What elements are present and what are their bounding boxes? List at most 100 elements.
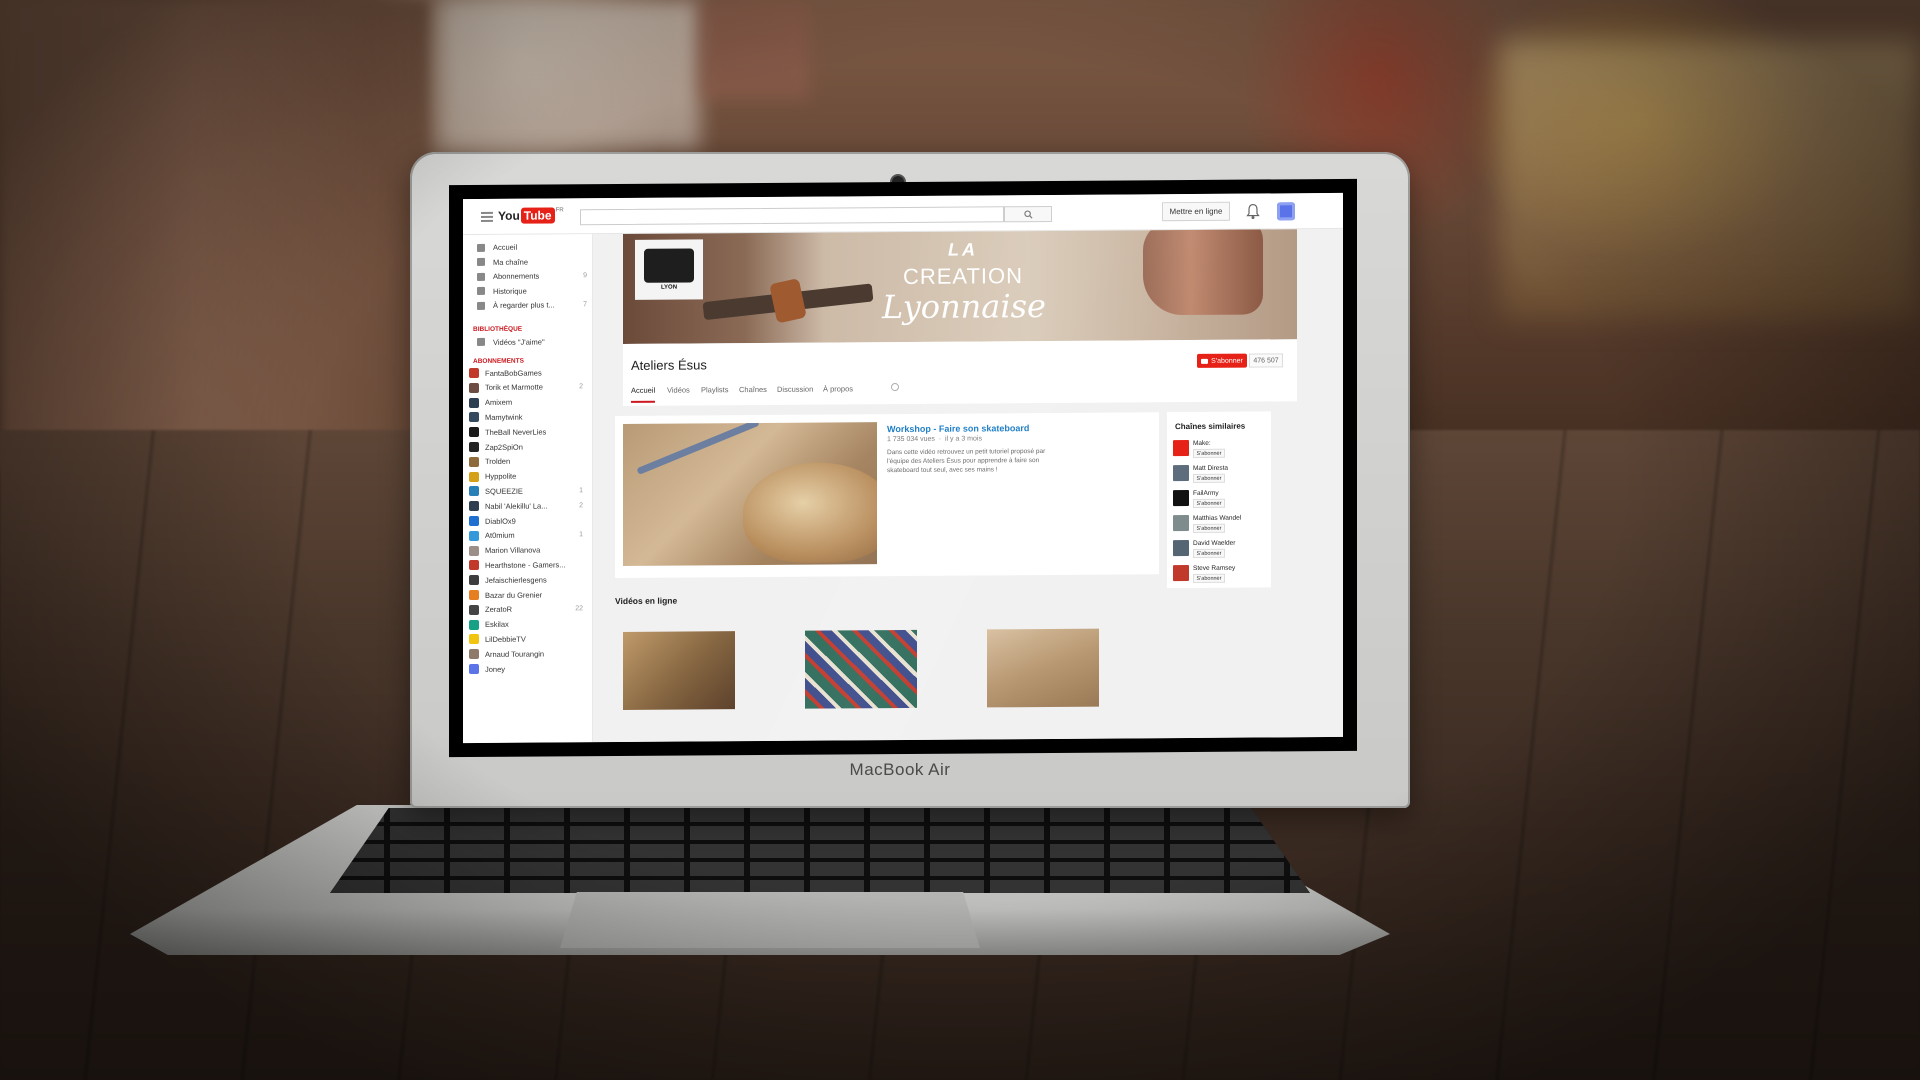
subscription-item[interactable]: Trolden: [469, 456, 583, 467]
search-button[interactable]: [1004, 205, 1052, 223]
subscription-item[interactable]: Marion Villanova: [469, 545, 583, 556]
related-subscribe-button[interactable]: S'abonner: [1193, 498, 1225, 508]
related-subscribe-button[interactable]: S'abonner: [1193, 473, 1225, 483]
video-thumbnail[interactable]: [623, 631, 735, 710]
tab-accueil[interactable]: Accueil: [631, 385, 656, 403]
subscription-count: 1: [579, 487, 583, 495]
subscription-label: FantaBobGames: [485, 368, 542, 378]
subscription-item[interactable]: Hyppolite: [469, 471, 583, 482]
channel-logo-text: LYON: [660, 284, 678, 291]
subscription-label: Amixem: [485, 397, 513, 408]
related-channel-name-text: Matthias Wandel: [1193, 514, 1242, 522]
channel-avatar: [469, 545, 479, 556]
subscription-item[interactable]: FantaBobGames: [469, 367, 583, 379]
subscription-item[interactable]: Arnaud Tourangin: [469, 648, 583, 660]
tab-chaines[interactable]: Chaînes: [739, 385, 767, 394]
subscription-label: DiablOx9: [485, 516, 516, 526]
channel-search-icon[interactable]: [891, 383, 899, 392]
subscription-item[interactable]: Torik et Marmotte 2: [469, 382, 583, 393]
tab-videos[interactable]: Vidéos: [667, 385, 690, 394]
background-door: [440, 0, 700, 150]
subscription-item[interactable]: ZeratoR 22: [469, 604, 583, 615]
sidebar-item[interactable]: Abonnements 9: [477, 271, 587, 281]
related-subscribe-button[interactable]: S'abonner: [1193, 573, 1225, 583]
search-icon: [1023, 209, 1033, 219]
subscription-item[interactable]: Nabil 'Alekillu' La... 2: [469, 500, 583, 512]
subscription-item[interactable]: Joney: [469, 663, 583, 675]
video-thumbnail[interactable]: [987, 628, 1099, 708]
banner-hand: [1143, 229, 1263, 316]
sidebar-item-label: Historique: [493, 286, 527, 296]
upload-button[interactable]: Mettre en ligne: [1162, 201, 1230, 222]
related-channel-name[interactable]: Matthias Wandel: [1193, 515, 1241, 522]
search-input[interactable]: [580, 206, 1004, 226]
subscription-item[interactable]: Jefaischierlesgens: [469, 574, 583, 586]
subscription-label: Eskilax: [485, 619, 509, 630]
related-subscribe-button[interactable]: S'abonner: [1193, 448, 1225, 458]
channel-avatar: [469, 441, 479, 453]
subscription-label: Torik et Marmotte: [485, 382, 543, 393]
subscriptions-icon: [477, 272, 485, 281]
related-channel-name[interactable]: Make:: [1193, 440, 1211, 447]
logo-tube: Tube: [520, 207, 555, 224]
subscription-label: Mamytwink: [485, 412, 523, 422]
channel-avatar: [469, 663, 479, 675]
related-title: Chaînes similaires: [1175, 421, 1246, 432]
featured-description: Dans cette vidéo retrouvez un petit tuto…: [887, 448, 1046, 475]
tab-discussion[interactable]: Discussion: [777, 385, 813, 394]
youtube-logo[interactable]: You Tube FR: [498, 207, 564, 224]
thumbnail-chisel: [636, 422, 760, 475]
featured-thumbnail[interactable]: [623, 422, 877, 566]
subscription-item[interactable]: Eskilax: [469, 619, 583, 630]
related-channel-name[interactable]: FailArmy: [1193, 490, 1219, 497]
like-icon: [477, 337, 485, 346]
subscription-item[interactable]: DiablOx9: [469, 515, 583, 527]
sidebar-section-heading: BIBLIOTHÈQUE: [473, 325, 523, 333]
subscription-label: SQUEEZIE: [485, 486, 523, 496]
related-channel-name[interactable]: David Waelder: [1193, 540, 1235, 547]
related-channel-name[interactable]: Steve Ramsey: [1193, 565, 1235, 572]
subscription-item[interactable]: Hearthstone - Gamers...: [469, 560, 583, 571]
subscription-item[interactable]: At0mium 1: [469, 530, 583, 541]
subscription-item[interactable]: Amixem: [469, 397, 583, 408]
thumbnail-skateboard: [743, 462, 877, 564]
tab-a-propos[interactable]: À propos: [823, 384, 853, 393]
related-subscribe-button[interactable]: S'abonner: [1193, 523, 1225, 533]
subscription-label: Bazar du Grenier: [485, 590, 543, 600]
channel-title[interactable]: Ateliers Ésus: [631, 357, 707, 373]
sidebar-item[interactable]: Ma chaîne: [477, 257, 587, 267]
account-avatar[interactable]: [1277, 202, 1295, 221]
channel-avatar: [469, 471, 479, 482]
video-thumbnail[interactable]: [805, 629, 917, 709]
sidebar-item[interactable]: Accueil: [477, 242, 587, 252]
subscription-item[interactable]: LilDebbieTV: [469, 634, 583, 645]
related-channel: Steve Ramsey S'abonner: [1173, 564, 1269, 587]
channel-avatar: [469, 604, 479, 615]
subscription-item[interactable]: Zap2SpiOn: [469, 441, 583, 453]
related-channel-avatar[interactable]: [1173, 565, 1189, 582]
related-channel-avatar[interactable]: [1173, 465, 1189, 482]
subscription-item[interactable]: SQUEEZIE 1: [469, 486, 583, 497]
sidebar-item[interactable]: Vidéos "J'aime": [477, 337, 587, 347]
related-channel-avatar[interactable]: [1173, 440, 1189, 457]
bell-icon[interactable]: [1246, 203, 1260, 220]
sidebar-item[interactable]: À regarder plus t... 7: [477, 300, 587, 310]
trackpad: [560, 892, 980, 948]
related-channel: Matt Diresta S'abonner: [1173, 464, 1269, 487]
sidebar-item[interactable]: Historique: [477, 286, 587, 296]
related-channel-avatar[interactable]: [1173, 515, 1189, 532]
featured-title[interactable]: Workshop - Faire son skateboard: [887, 423, 1029, 434]
subscribe-button[interactable]: S'abonner: [1197, 353, 1247, 368]
featured-views: 1 735 034 vues: [887, 435, 935, 444]
subscription-item[interactable]: Bazar du Grenier: [469, 589, 583, 601]
uploads-section-title[interactable]: Vidéos en ligne: [615, 596, 677, 606]
related-channel: Make: S'abonner: [1173, 439, 1269, 462]
subscription-item[interactable]: Mamytwink: [469, 412, 583, 423]
subscription-item[interactable]: TheBall NeverLies: [469, 426, 583, 438]
related-channel-avatar[interactable]: [1173, 540, 1189, 557]
related-channel-name[interactable]: Matt Diresta: [1193, 465, 1228, 472]
related-subscribe-button[interactable]: S'abonner: [1193, 548, 1225, 558]
menu-icon[interactable]: [481, 211, 493, 222]
related-channel-avatar[interactable]: [1173, 490, 1189, 507]
tab-playlists[interactable]: Playlists: [701, 385, 729, 394]
